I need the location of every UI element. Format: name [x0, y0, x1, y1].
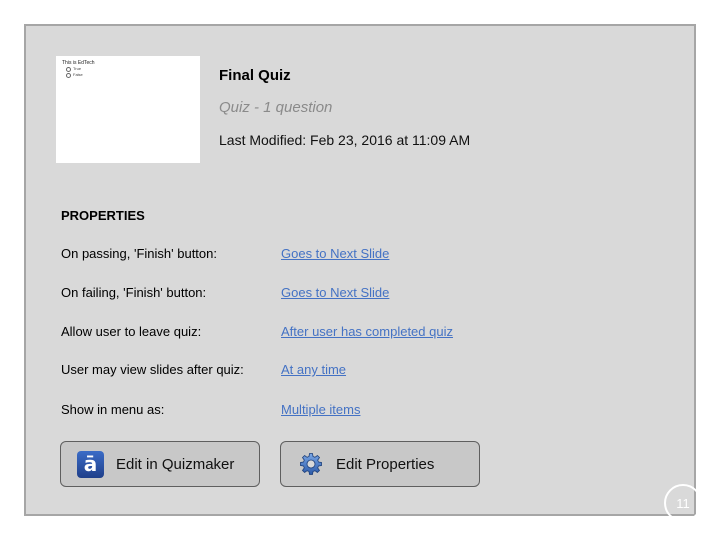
edit-in-quizmaker-label: Edit in Quizmaker: [116, 455, 235, 473]
radio-icon: [66, 66, 71, 72]
prop-link-view-slides[interactable]: At any time: [281, 362, 346, 377]
prop-label-on-passing: On passing, 'Finish' button:: [61, 246, 217, 261]
prop-link-show-in-menu[interactable]: Multiple items: [281, 402, 360, 417]
page-number-badge: 11: [664, 484, 702, 522]
edit-properties-button[interactable]: Edit Properties: [280, 441, 480, 487]
quiz-thumbnail[interactable]: This is EdTech True False: [56, 56, 200, 163]
thumbnail-option-label: False: [73, 72, 83, 77]
gear-icon: [297, 451, 324, 478]
last-modified: Last Modified: Feb 23, 2016 at 11:09 AM: [219, 132, 471, 148]
quiz-title: Final Quiz: [219, 67, 291, 84]
prop-label-show-in-menu: Show in menu as:: [61, 402, 165, 417]
prop-link-on-passing[interactable]: Goes to Next Slide: [281, 246, 389, 261]
properties-header: PROPERTIES: [61, 208, 145, 223]
quiz-panel: This is EdTech True False Final Quiz Qui…: [24, 24, 702, 522]
prop-link-allow-leave[interactable]: After user has completed quiz: [281, 324, 453, 339]
prop-link-on-failing[interactable]: Goes to Next Slide: [281, 285, 389, 300]
prop-label-view-slides: User may view slides after quiz:: [61, 362, 244, 377]
prop-label-allow-leave: Allow user to leave quiz:: [61, 324, 202, 339]
prop-label-on-failing: On failing, 'Finish' button:: [61, 285, 207, 300]
radio-icon: [66, 72, 71, 78]
quizmaker-icon: ā: [77, 450, 104, 478]
edit-in-quizmaker-button[interactable]: ā Edit in Quizmaker: [60, 441, 260, 487]
quiz-subtitle: Quiz - 1 question: [219, 99, 333, 116]
thumbnail-option: False: [62, 72, 194, 78]
edit-properties-label: Edit Properties: [336, 455, 435, 473]
